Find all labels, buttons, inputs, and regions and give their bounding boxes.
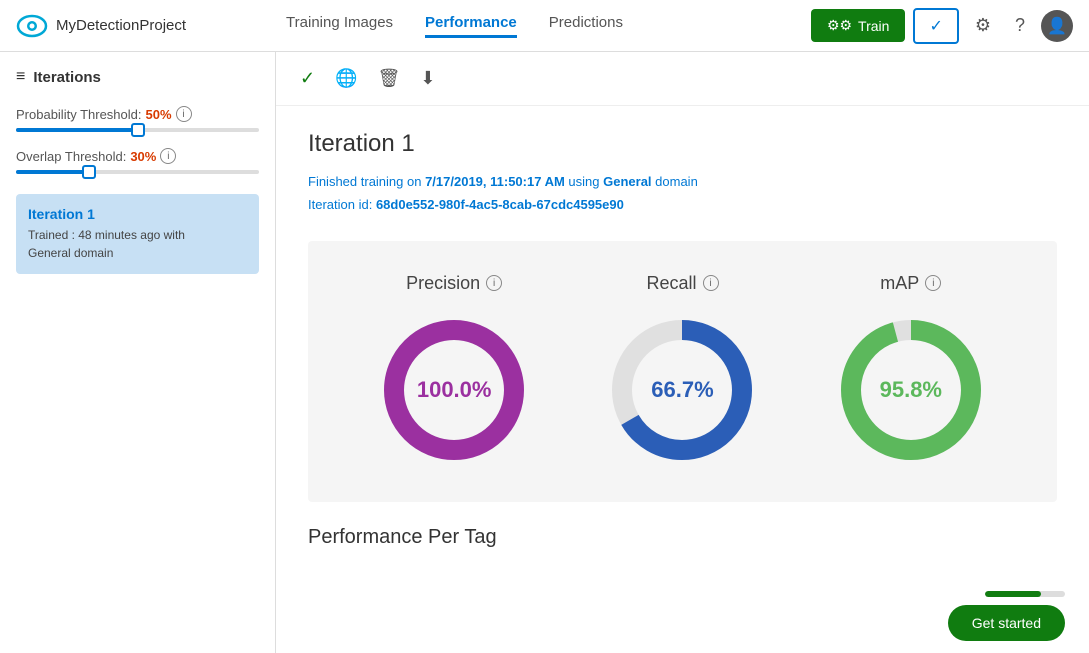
- probability-slider-thumb[interactable]: [131, 123, 145, 137]
- iteration-info: Finished training on 7/17/2019, 11:50:17…: [308, 170, 1057, 217]
- avatar[interactable]: 👤: [1041, 10, 1073, 42]
- toolbar-trash-icon[interactable]: 🗑: [378, 68, 401, 89]
- map-info-icon[interactable]: i: [925, 275, 941, 291]
- get-started-button[interactable]: Get started: [948, 605, 1065, 641]
- content-area: ✓ 🌐 🗑 ⬇ Iteration 1 Finished training on…: [276, 52, 1089, 653]
- recall-info-icon[interactable]: i: [703, 275, 719, 291]
- overlap-slider-track: [16, 170, 259, 174]
- toolbar-globe-icon[interactable]: 🌐: [335, 68, 357, 89]
- toolbar-check-icon[interactable]: ✓: [300, 68, 315, 89]
- avatar-icon: 👤: [1047, 16, 1067, 36]
- probability-slider-track: [16, 128, 259, 132]
- map-donut: 95.8%: [831, 310, 991, 470]
- iterations-title: ≡ Iterations: [16, 68, 259, 86]
- gear-train-icon: ⚙⚙: [827, 17, 852, 34]
- tab-training[interactable]: Training Images: [286, 14, 393, 38]
- help-button[interactable]: ?: [1007, 11, 1033, 40]
- map-value: 95.8%: [880, 377, 942, 403]
- settings-icon: ⚙: [975, 15, 991, 35]
- recall-value: 66.7%: [651, 377, 713, 403]
- iteration-item-desc: Trained : 48 minutes ago with General do…: [28, 226, 247, 262]
- recall-card: Recall i 66.7%: [602, 273, 762, 470]
- iterations-icon: ≡: [16, 68, 25, 86]
- progress-bar: [985, 591, 1065, 597]
- probability-threshold-label: Probability Threshold: 50% i: [16, 106, 259, 122]
- help-icon: ?: [1015, 15, 1025, 35]
- probability-threshold-group: Probability Threshold: 50% i: [16, 106, 259, 132]
- map-card: mAP i 95.8%: [831, 273, 991, 470]
- precision-card: Precision i 100.0%: [374, 273, 534, 470]
- recall-donut: 66.7%: [602, 310, 762, 470]
- logo: MyDetectionProject: [16, 10, 186, 42]
- header-tabs: Training Images Performance Predictions: [286, 14, 623, 38]
- header-actions: ⚙⚙ Train ✓ ⚙ ? 👤: [811, 8, 1073, 44]
- overlap-slider-thumb[interactable]: [82, 165, 96, 179]
- iteration-title: Iteration 1: [308, 130, 1057, 158]
- check-button[interactable]: ✓: [913, 8, 958, 44]
- recall-label: Recall i: [646, 273, 718, 294]
- overlap-slider-fill: [16, 170, 89, 174]
- check-icon: ✓: [929, 18, 942, 35]
- iteration-item-name: Iteration 1: [28, 206, 247, 222]
- toolbar-download-icon[interactable]: ⬇: [420, 68, 435, 89]
- content-toolbar: ✓ 🌐 🗑 ⬇: [276, 52, 1089, 106]
- logo-icon: [16, 10, 48, 42]
- precision-label: Precision i: [406, 273, 502, 294]
- progress-bar-fill: [985, 591, 1041, 597]
- overlap-threshold-label: Overlap Threshold: 30% i: [16, 148, 259, 164]
- bottom-bar: Get started: [924, 579, 1089, 653]
- header: MyDetectionProject Training Images Perfo…: [0, 0, 1089, 52]
- train-button[interactable]: ⚙⚙ Train: [811, 9, 906, 42]
- project-name: MyDetectionProject: [56, 17, 186, 34]
- precision-donut: 100.0%: [374, 310, 534, 470]
- map-label: mAP i: [880, 273, 941, 294]
- overlap-info-icon[interactable]: i: [160, 148, 176, 164]
- iteration-list-item[interactable]: Iteration 1 Trained : 48 minutes ago wit…: [16, 194, 259, 274]
- sidebar: ≡ Iterations Probability Threshold: 50% …: [0, 52, 276, 653]
- iteration-id-line: Iteration id: 68d0e552-980f-4ac5-8cab-67…: [308, 193, 1057, 216]
- overlap-threshold-group: Overlap Threshold: 30% i: [16, 148, 259, 174]
- precision-info-icon[interactable]: i: [486, 275, 502, 291]
- probability-slider-fill: [16, 128, 138, 132]
- tab-predictions[interactable]: Predictions: [549, 14, 623, 38]
- training-info-line1: Finished training on 7/17/2019, 11:50:17…: [308, 170, 1057, 193]
- main-layout: ≡ Iterations Probability Threshold: 50% …: [0, 52, 1089, 653]
- metrics-container: Precision i 100.0% Recall: [308, 241, 1057, 502]
- settings-button[interactable]: ⚙: [967, 11, 999, 40]
- probability-info-icon[interactable]: i: [176, 106, 192, 122]
- performance-per-tag-title: Performance Per Tag: [308, 526, 1057, 549]
- tab-performance[interactable]: Performance: [425, 14, 517, 38]
- precision-value: 100.0%: [417, 377, 492, 403]
- content-body: Iteration 1 Finished training on 7/17/20…: [276, 106, 1089, 589]
